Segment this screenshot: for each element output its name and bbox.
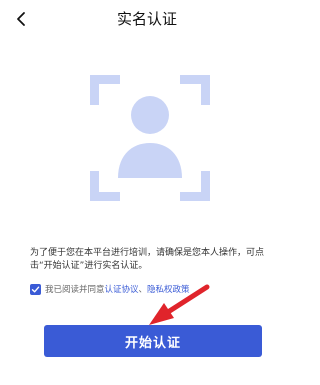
face-scan-illustration — [90, 75, 210, 201]
agreement-separator: 、 — [138, 285, 148, 295]
agreement-row: 我已阅读并同意 认证协议 、 隐私权政策 — [30, 282, 190, 296]
agreement-prefix: 我已阅读并同意 — [45, 285, 105, 295]
agreement-checkbox[interactable] — [30, 283, 41, 295]
start-verification-button[interactable]: 开始认证 — [44, 325, 262, 357]
agreement-link-privacy[interactable]: 隐私权政策 — [147, 283, 190, 295]
page-title: 实名认证 — [116, 10, 177, 28]
notice-text: 为了便于您在本平台进行培训，请确保是您本人操作，可点击“开始认证”进行实名认证。 — [30, 248, 265, 271]
face-scan-icon — [90, 75, 210, 201]
agreement-link-terms[interactable]: 认证协议 — [105, 283, 139, 295]
checkmark-icon — [31, 286, 40, 293]
nav-bar: 实名认证 — [0, 0, 294, 38]
